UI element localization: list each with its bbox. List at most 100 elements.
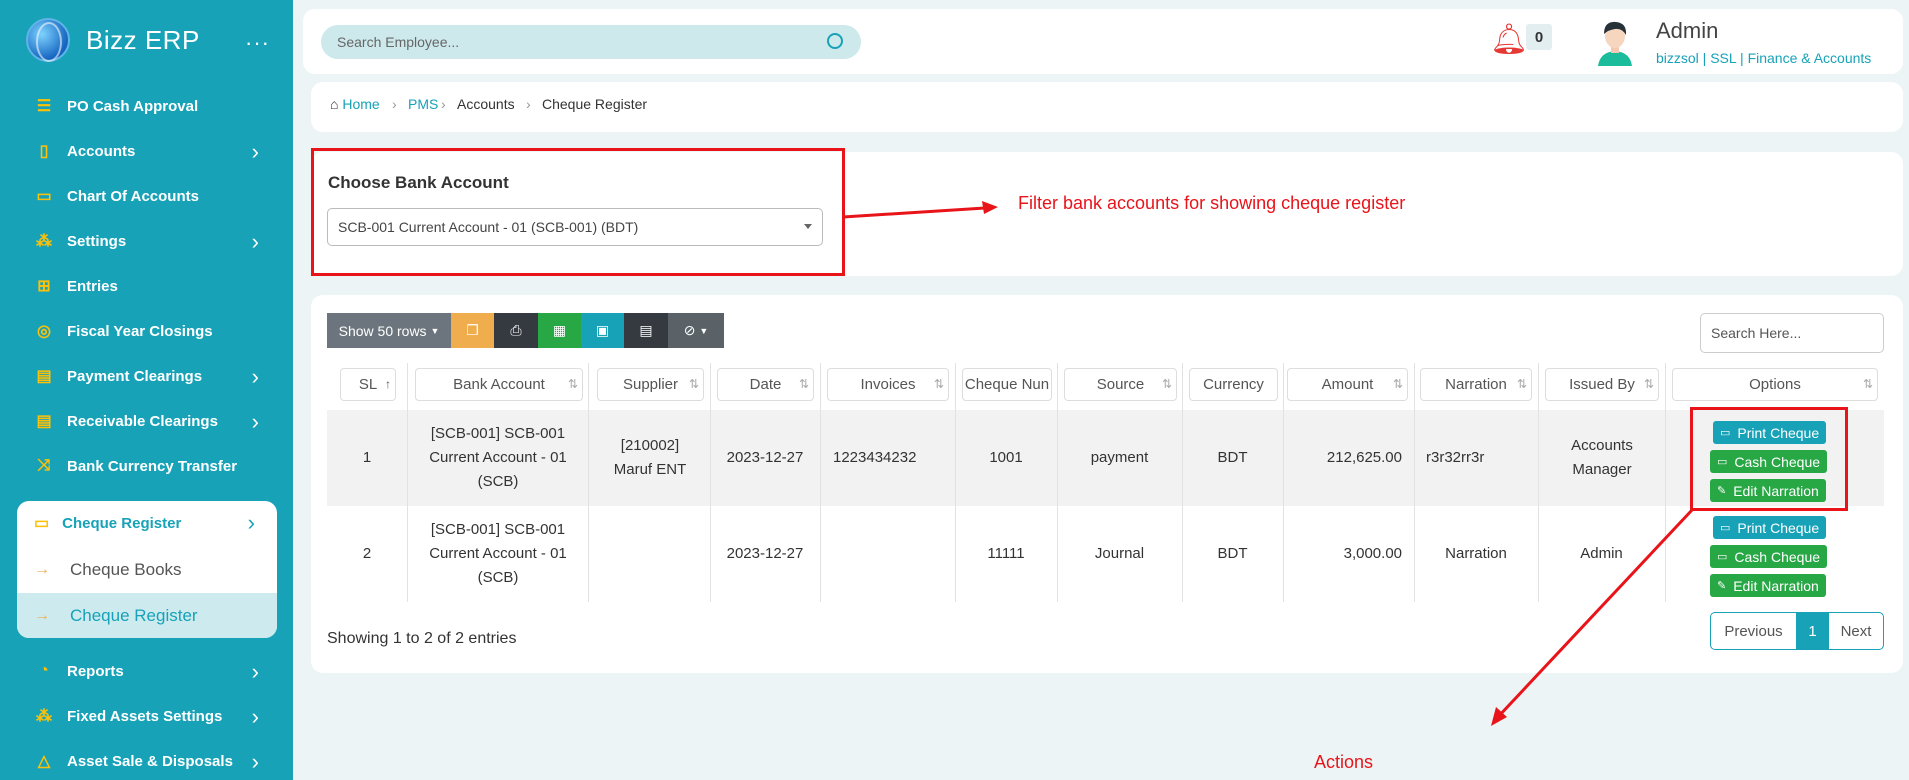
list-icon: ☰ xyxy=(36,98,52,115)
breadcrumb-separator: › xyxy=(392,96,397,112)
column-visibility-button[interactable]: ⊘ ▼ xyxy=(668,313,724,348)
employee-search-input[interactable]: Search Employee... xyxy=(321,25,861,59)
column-header-issued-by[interactable]: Issued By ⇅ xyxy=(1545,368,1659,401)
column-header-supplier[interactable]: Supplier ⇅ xyxy=(597,368,704,401)
sidebar-item-label: Fixed Assets Settings xyxy=(67,707,223,725)
sidebar-item-chart-of-accounts[interactable]: ▭ Chart Of Accounts xyxy=(34,181,264,211)
sort-icon: ⇅ xyxy=(933,377,944,391)
caret-down-icon: ▼ xyxy=(699,325,709,336)
eye-slash-icon: ⊘ xyxy=(683,322,696,338)
column-header-source[interactable]: Source ⇅ xyxy=(1064,368,1177,401)
brand[interactable]: Bizz ERP xyxy=(26,18,200,62)
chevron-right-icon: › xyxy=(251,409,259,434)
sidebar-item-asset-sale-disposals[interactable]: △ Asset Sale & Disposals › xyxy=(34,746,264,776)
column-header-narration[interactable]: Narration ⇅ xyxy=(1420,368,1532,401)
column-header-cheque-number[interactable]: Cheque Nun xyxy=(962,368,1052,401)
column-header-label: SL xyxy=(358,376,378,393)
chevron-right-icon: › xyxy=(251,659,259,684)
sidebar-item-payment-clearings[interactable]: ▤ Payment Clearings › xyxy=(34,361,264,391)
sidebar-item-accounts[interactable]: ▯ Accounts › xyxy=(34,136,264,166)
cell-amount: 3,000.00 xyxy=(1343,545,1402,562)
cash-cheque-button[interactable]: ▭ Cash Cheque xyxy=(1710,545,1828,568)
circle-icon: ◎ xyxy=(37,323,51,340)
sidebar-item-label: Receivable Clearings xyxy=(67,412,218,430)
sort-icon: ⇅ xyxy=(1392,377,1403,391)
cell-date: 2023-12-27 xyxy=(726,449,804,466)
annotation-box-actions xyxy=(1690,407,1848,511)
money-icon: ▭ xyxy=(1717,551,1728,563)
submenu-item-cheque-books[interactable]: → Cheque Books xyxy=(17,547,277,592)
pagination-page-1[interactable]: 1 xyxy=(1796,612,1829,650)
cell-date: 2023-12-27 xyxy=(726,545,804,562)
excel-button[interactable]: ▣ xyxy=(581,313,624,348)
sidebar-item-settings[interactable]: ⁂ Settings › xyxy=(34,226,264,256)
breadcrumb-home[interactable]: ⌂ Home xyxy=(330,96,380,112)
column-header-label: Date xyxy=(749,376,782,393)
copy-button[interactable]: ❐ xyxy=(451,313,494,348)
pdf-button[interactable]: ▤ xyxy=(624,313,668,348)
column-header-label: Options xyxy=(1749,376,1801,393)
breadcrumb-home-label: Home xyxy=(342,96,380,112)
cell-amount: 212,625.00 xyxy=(1326,449,1402,466)
sidebar-item-receivable-clearings[interactable]: ▤ Receivable Clearings › xyxy=(34,406,264,436)
pagination-previous[interactable]: Previous xyxy=(1710,612,1797,650)
column-header-label: Amount xyxy=(1321,376,1374,393)
user-subtitle[interactable]: bizzsol | SSL | Finance & Accounts xyxy=(1656,50,1871,66)
notification-count: 0 xyxy=(1526,24,1552,50)
edit-narration-button[interactable]: ✎ Edit Narration xyxy=(1710,574,1826,597)
column-header-label: Issued By xyxy=(1569,376,1635,393)
annotation-box-filter xyxy=(311,148,845,276)
sidebar-item-po-cash-approval[interactable]: ☰ PO Cash Approval xyxy=(34,91,264,121)
column-header-amount[interactable]: Amount ⇅ xyxy=(1287,368,1408,401)
caret-down-icon: ▼ xyxy=(430,325,440,336)
column-header-options[interactable]: Options ⇅ xyxy=(1672,368,1878,401)
breadcrumb-current: Cheque Register xyxy=(542,96,648,112)
shuffle-icon: ⤨ xyxy=(37,457,51,474)
submenu-item-label: Cheque Register xyxy=(70,605,198,625)
column-header-label: Supplier xyxy=(622,376,679,393)
table-search-input[interactable]: Search Here... xyxy=(1700,313,1884,353)
sort-icon: ⇅ xyxy=(798,377,809,391)
submenu-header[interactable]: ▭ Cheque Register xyxy=(34,513,181,533)
user-name: Admin xyxy=(1656,18,1719,43)
sort-icon: ⇅ xyxy=(1161,377,1172,391)
show-rows-button[interactable]: Show 50 rows ▼ xyxy=(327,313,451,348)
print-cheque-button[interactable]: ▭ Print Cheque xyxy=(1713,516,1827,539)
pagination-next[interactable]: Next xyxy=(1828,612,1884,650)
annotation-arrow-actions xyxy=(1491,508,1694,726)
sort-icon: ↑ xyxy=(385,377,391,391)
button-label: Edit Narration xyxy=(1733,577,1819,594)
column-header-label: Invoices xyxy=(860,376,916,393)
avatar[interactable] xyxy=(1592,18,1638,66)
search-placeholder: Search Employee... xyxy=(337,34,460,50)
column-divider xyxy=(820,363,821,602)
column-header-bank-account[interactable]: Bank Account ⇅ xyxy=(415,368,583,401)
csv-button[interactable]: ▦ xyxy=(538,313,581,348)
print-button[interactable]: ⎙ xyxy=(494,313,538,348)
sidebar-item-reports[interactable]: ◔ Reports › xyxy=(34,656,264,686)
column-header-currency[interactable]: Currency xyxy=(1189,368,1278,401)
entries-summary: Showing 1 to 2 of 2 entries xyxy=(327,630,517,647)
chevron-right-icon[interactable]: › xyxy=(248,510,255,536)
column-header-date[interactable]: Date ⇅ xyxy=(717,368,814,401)
bell-icon[interactable]: 🔔︎ xyxy=(1490,22,1528,57)
annotation-actions-note: Actions xyxy=(1314,752,1374,772)
annotation-filter-note: Filter bank accounts for showing cheque … xyxy=(1018,193,1406,213)
cell-currency: BDT xyxy=(1217,449,1248,466)
cubes-icon: ⁂ xyxy=(36,708,52,725)
menu-dots-icon[interactable]: ··· xyxy=(245,30,270,56)
sidebar-item-bank-currency-transfer[interactable]: ⤨ Bank Currency Transfer xyxy=(34,451,264,481)
pdf-icon: ▤ xyxy=(639,322,653,338)
column-header-sl[interactable]: SL ↑ xyxy=(340,368,396,401)
cubes-icon: ⁂ xyxy=(36,233,52,250)
sidebar-item-fiscal-year-closings[interactable]: ◎ Fiscal Year Closings xyxy=(34,316,264,346)
sidebar-item-fixed-assets-settings[interactable]: ⁂ Fixed Assets Settings › xyxy=(34,701,264,731)
breadcrumb-pms[interactable]: PMS xyxy=(408,96,438,112)
column-header-invoices[interactable]: Invoices ⇅ xyxy=(827,368,949,401)
table-toolbar: Show 50 rows ▼ ❐ ⎙ ▦ ▣ ▤ ⊘ ▼ xyxy=(327,313,724,348)
sidebar-item-label: Accounts xyxy=(67,142,136,160)
sidebar-item-entries[interactable]: ⊞ Entries xyxy=(34,271,264,301)
submenu-item-cheque-register[interactable]: → Cheque Register xyxy=(17,593,277,638)
sort-icon: ⇅ xyxy=(1862,377,1873,391)
search-icon[interactable] xyxy=(827,33,843,49)
